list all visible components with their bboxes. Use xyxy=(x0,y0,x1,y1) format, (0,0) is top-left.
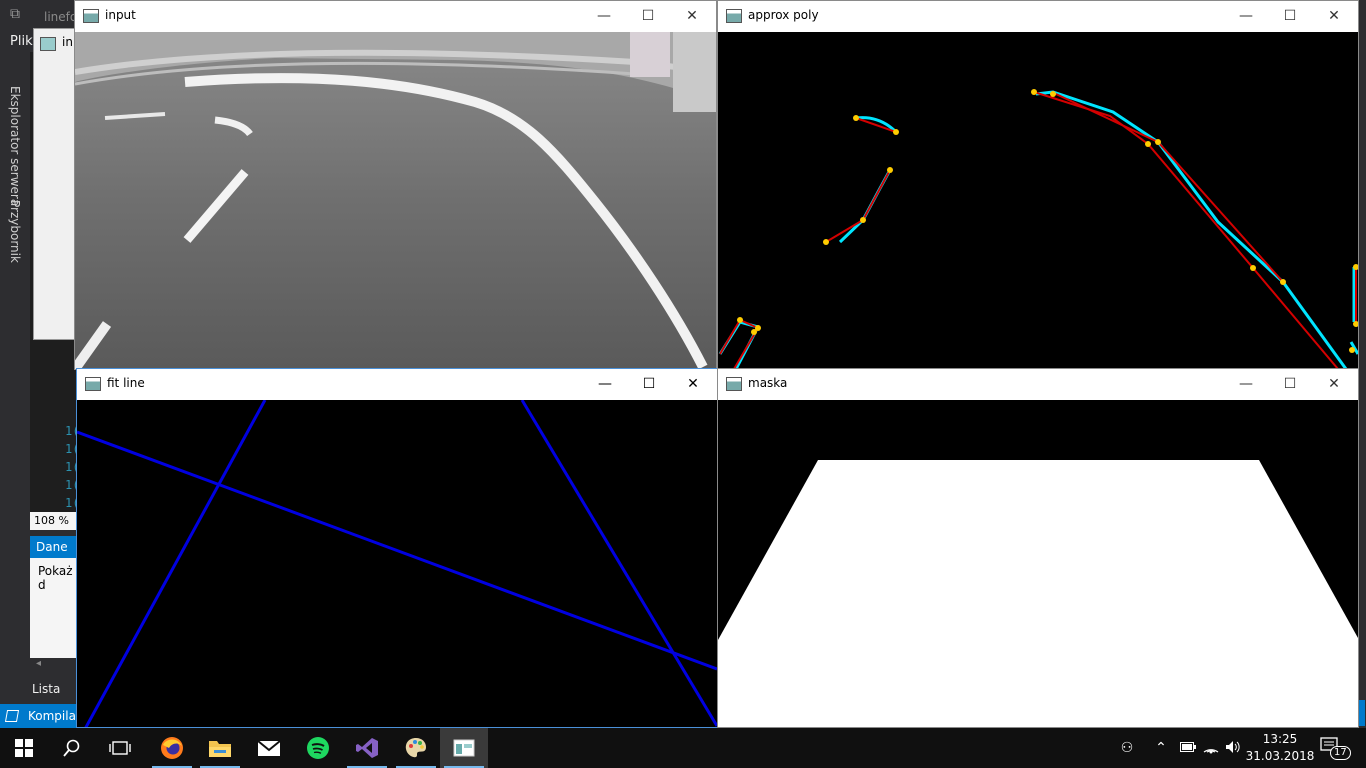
battery-icon[interactable] xyxy=(1176,741,1200,755)
window-title: fit line xyxy=(107,376,145,390)
window-app-icon xyxy=(85,377,101,391)
chevron-up-icon[interactable]: ⌃ xyxy=(1146,740,1176,756)
approx-poly-canvas xyxy=(718,32,1358,369)
window-app-icon xyxy=(83,9,99,23)
taskbar: ⚇ ⌃ 13:25 31.03.2018 17 xyxy=(0,728,1366,768)
vs-tab-title[interactable]: linefo xyxy=(44,10,77,24)
search-icon xyxy=(63,739,80,757)
close-button[interactable]: ✕ xyxy=(672,5,712,27)
task-view-button[interactable] xyxy=(96,728,144,768)
task-view-icon xyxy=(109,741,131,755)
clock-date: 31.03.2018 xyxy=(1245,749,1315,763)
window-input[interactable]: input — ☐ ✕ xyxy=(74,0,717,370)
camera-image xyxy=(75,32,716,369)
window-titlebar[interactable]: approx poly — ☐ ✕ xyxy=(718,1,1358,31)
output-tab[interactable]: Dane w xyxy=(30,536,76,576)
poly xyxy=(719,91,1357,369)
window-mask[interactable]: maska — ☐ ✕ xyxy=(717,368,1359,728)
zoom-level[interactable]: 108 % xyxy=(30,512,76,530)
mask-drawing xyxy=(718,400,1358,727)
maximize-button[interactable]: ☐ xyxy=(1270,5,1310,27)
scroll-left-icon[interactable]: ◂ xyxy=(36,658,41,669)
window-titlebar[interactable]: input — ☐ ✕ xyxy=(75,1,716,31)
zoom-value: 108 % xyxy=(34,514,69,527)
clock[interactable]: 13:25 31.03.2018 xyxy=(1240,731,1320,765)
fit-line-3 xyxy=(520,399,717,727)
mail-icon xyxy=(257,740,281,756)
window-title: maska xyxy=(748,376,788,390)
fit-line-drawing xyxy=(77,399,717,727)
visual-studio-logo-icon: ⧉ xyxy=(10,6,20,22)
vs-sidebar: Eksplorator serwera Przybornik xyxy=(0,52,30,702)
window-fit-line[interactable]: fit line — ☐ ✕ xyxy=(76,368,718,728)
window-app-icon xyxy=(726,377,742,391)
status-bar: Kompilac xyxy=(0,704,83,728)
windows-logo-icon xyxy=(15,739,33,757)
window-titlebar[interactable]: maska — ☐ ✕ xyxy=(718,369,1358,399)
people-icon[interactable]: ⚇ xyxy=(1116,740,1138,756)
window-title: input xyxy=(105,8,136,22)
search-button[interactable] xyxy=(48,728,96,768)
taskbar-visual-studio[interactable] xyxy=(343,728,391,768)
taskbar-mail[interactable] xyxy=(245,728,293,768)
contours xyxy=(718,90,1358,369)
window-title: approx poly xyxy=(748,8,819,22)
start-button[interactable] xyxy=(0,728,48,768)
status-text: Kompilac xyxy=(28,709,83,723)
background-window-title: in xyxy=(62,35,73,49)
close-button[interactable]: ✕ xyxy=(1314,5,1354,27)
fit-line-canvas xyxy=(77,399,717,727)
background-window: in xyxy=(33,28,78,340)
scrollbar-thumb[interactable] xyxy=(1359,700,1365,726)
fit-line-2 xyxy=(84,399,267,727)
approx-poly-drawing xyxy=(718,89,1358,369)
window-app-icon xyxy=(453,739,475,757)
vertices xyxy=(737,89,1358,353)
taskbar-spotify[interactable] xyxy=(294,728,342,768)
sidebar-item-server-explorer[interactable]: Eksplorator serwera xyxy=(8,86,22,206)
error-list-tab[interactable]: Lista błę xyxy=(30,676,76,722)
fit-line-1 xyxy=(77,430,717,671)
taskbar-opencv-app[interactable] xyxy=(440,728,488,768)
notification-count-badge: 17 xyxy=(1330,746,1351,760)
wifi-icon[interactable] xyxy=(1200,740,1222,757)
close-button[interactable]: ✕ xyxy=(673,373,713,395)
maximize-button[interactable]: ☐ xyxy=(1270,373,1310,395)
output-show-label: Pokaż d xyxy=(38,564,73,592)
window-approx-poly[interactable]: approx poly — ☐ ✕ xyxy=(717,0,1359,370)
minimize-button[interactable]: — xyxy=(584,5,624,27)
sidebar-item-toolbox[interactable]: Przybornik xyxy=(8,200,22,263)
road-photo xyxy=(75,32,716,369)
system-tray: ⚇ ⌃ xyxy=(1116,728,1244,768)
window-app-icon xyxy=(726,9,742,23)
taskbar-paint[interactable] xyxy=(392,728,440,768)
close-button[interactable]: ✕ xyxy=(1314,373,1354,395)
taskbar-file-explorer[interactable] xyxy=(196,728,244,768)
folder-icon xyxy=(209,741,231,757)
taskbar-firefox[interactable] xyxy=(148,728,196,768)
firefox-icon xyxy=(161,737,183,759)
spotify-icon xyxy=(307,737,329,759)
maximize-button[interactable]: ☐ xyxy=(629,373,669,395)
build-icon xyxy=(4,710,20,722)
minimize-button[interactable]: — xyxy=(1226,5,1266,27)
mask-trapezoid xyxy=(718,460,1358,727)
clock-time: 13:25 xyxy=(1262,732,1298,746)
action-center-button[interactable]: 17 xyxy=(1320,736,1351,760)
minimize-button[interactable]: — xyxy=(585,373,625,395)
visual-studio-icon xyxy=(356,738,378,758)
maximize-button[interactable]: ☐ xyxy=(628,5,668,27)
output-panel: Pokaż d ◂ xyxy=(30,558,76,669)
window-app-icon xyxy=(40,37,56,51)
minimize-button[interactable]: — xyxy=(1226,373,1266,395)
mask-canvas xyxy=(718,400,1358,727)
palette-icon xyxy=(405,738,426,758)
window-titlebar[interactable]: fit line — ☐ ✕ xyxy=(77,369,717,399)
vs-scrollbar[interactable] xyxy=(1358,30,1366,728)
